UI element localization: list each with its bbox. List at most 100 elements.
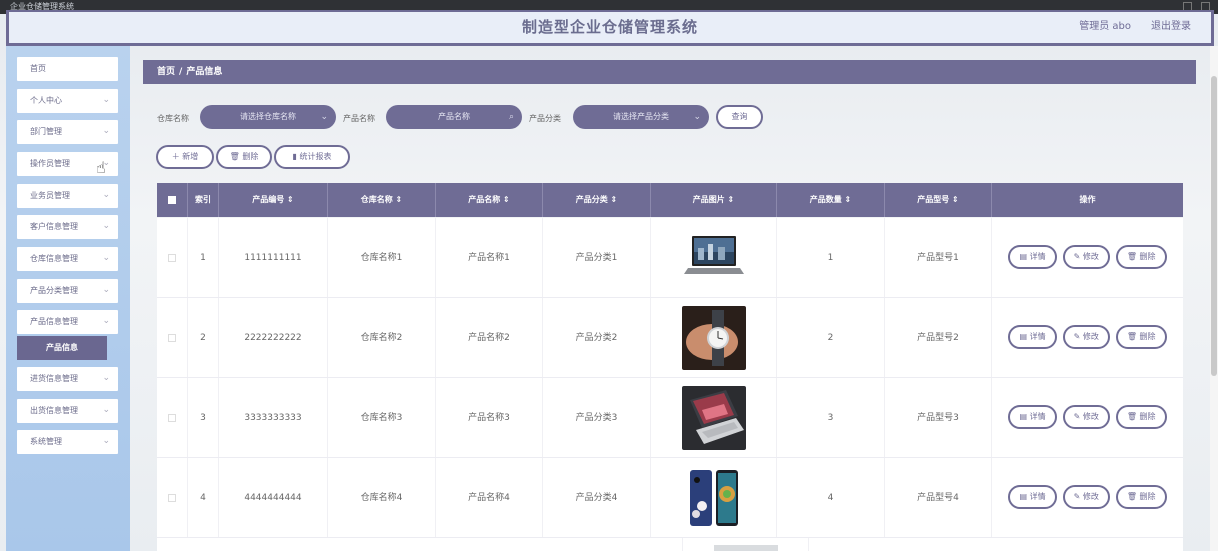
report-button[interactable]: ▮ 统计报表 — [274, 145, 350, 169]
sidebar-item-label: 系统管理 — [30, 437, 62, 446]
sidebar-item-salesman[interactable]: 业务员管理 ⌄ — [17, 184, 118, 208]
delete-label: 删除 — [1139, 252, 1156, 261]
chevron-down-icon: ⌄ — [102, 253, 110, 263]
header-select-all[interactable] — [157, 183, 188, 217]
chevron-down-icon: ⌄ — [102, 436, 110, 446]
warehouse-label: 仓库名称 — [157, 114, 189, 123]
sidebar-item-product-category[interactable]: 产品分类管理 ⌄ — [17, 279, 118, 303]
vertical-scrollbar[interactable] — [1210, 46, 1218, 551]
cell-code: 3333333333 — [219, 378, 328, 457]
category-select-placeholder: 请选择产品分类 — [613, 112, 669, 121]
cell-actions: ▤ 详情 ✎ 修改 🗑 删除 — [992, 378, 1183, 457]
cell-image — [683, 538, 809, 551]
cell-qty: 3 — [777, 378, 885, 457]
row-actions: ▤ 详情 ✎ 修改 🗑 删除 — [992, 378, 1183, 429]
delete-button[interactable]: 🗑 删除 — [1115, 485, 1167, 509]
detail-label: 详情 — [1029, 412, 1046, 421]
row-actions: ▤ 详情 ✎ 修改 🗑 删除 — [992, 218, 1183, 269]
sidebar-item-label: 产品分类管理 — [30, 286, 78, 295]
trash-icon: 🗑 — [229, 152, 243, 161]
notebook-image — [681, 385, 746, 450]
cell-qty: 4 — [777, 458, 885, 537]
sidebar-item-home[interactable]: 首页 — [17, 57, 118, 81]
sidebar-item-label: 仓库信息管理 — [30, 254, 78, 263]
sidebar-item-customer[interactable]: 客户信息管理 ⌄ — [17, 215, 118, 239]
category-select[interactable]: 请选择产品分类 ⌄ — [573, 105, 709, 129]
pencil-icon: ✎ — [1073, 412, 1083, 421]
product-table: 索引 产品编号 ⇕ 仓库名称 ⇕ 产品名称 ⇕ 产品分类 ⇕ 产品图片 ⇕ 产品… — [157, 183, 1183, 551]
edit-button[interactable]: ✎ 修改 — [1062, 485, 1110, 509]
edit-label: 修改 — [1082, 412, 1099, 421]
detail-button[interactable]: ▤ 详情 — [1008, 485, 1057, 509]
header-model[interactable]: 产品型号 ⇕ — [885, 183, 992, 217]
row-checkbox[interactable] — [168, 333, 176, 342]
edit-label: 修改 — [1082, 252, 1099, 261]
row-checkbox[interactable] — [168, 413, 176, 422]
row-checkbox[interactable] — [168, 253, 176, 262]
logout-link[interactable]: 退出登录 — [1151, 17, 1191, 32]
sidebar-item-department[interactable]: 部门管理 ⌄ — [17, 120, 118, 144]
cell-category: 产品分类2 — [543, 298, 651, 377]
add-button[interactable]: ＋ 新增 — [156, 145, 214, 169]
chevron-down-icon: ⌄ — [102, 316, 110, 326]
cell-model: 产品型号3 — [885, 378, 992, 457]
sidebar-item-label: 操作员管理 — [30, 159, 70, 168]
product-name-placeholder: 产品名称 — [438, 112, 470, 121]
row-checkbox[interactable] — [168, 493, 176, 502]
table-row: 4 4444444444 仓库名称4 产品名称4 产品分类4 4 产品型号4 ▤… — [157, 458, 1183, 538]
trash-icon: 🗑 — [1126, 412, 1140, 421]
row-partial — [157, 538, 683, 551]
warehouse-select[interactable]: 请选择仓库名称 ⌄ — [200, 105, 336, 129]
cell-model: 产品型号2 — [885, 298, 992, 377]
detail-label: 详情 — [1029, 332, 1046, 341]
cell-category: 产品分类4 — [543, 458, 651, 537]
header-category[interactable]: 产品分类 ⇕ — [543, 183, 651, 217]
chevron-down-icon: ⌄ — [102, 373, 110, 383]
row-actions: ▤ 详情 ✎ 修改 🗑 删除 — [992, 458, 1183, 509]
batch-delete-button[interactable]: 🗑 删除 — [216, 145, 272, 169]
sidebar-item-personal-center[interactable]: 个人中心 ⌄ — [17, 89, 118, 113]
header-qty[interactable]: 产品数量 ⇕ — [777, 183, 885, 217]
sidebar-item-shipment[interactable]: 出货信息管理 ⌄ — [17, 399, 118, 423]
breadcrumb: 首页 / 产品信息 — [143, 60, 1196, 84]
breadcrumb-home[interactable]: 首页 — [157, 67, 175, 77]
delete-button[interactable]: 🗑 删除 — [1115, 325, 1167, 349]
detail-button[interactable]: ▤ 详情 — [1008, 325, 1057, 349]
chevron-down-icon: ⌄ — [102, 95, 110, 105]
cell-index: 4 — [188, 458, 219, 537]
delete-button[interactable]: 🗑 删除 — [1115, 245, 1167, 269]
sidebar-item-purchase[interactable]: 进货信息管理 ⌄ — [17, 367, 118, 391]
table-row: 3 3333333333 仓库名称3 产品名称3 产品分类3 3 产品型号3 ▤… — [157, 378, 1183, 458]
cell-image — [651, 378, 777, 457]
chevron-down-icon: ⌄ — [102, 285, 110, 295]
edit-button[interactable]: ✎ 修改 — [1062, 405, 1110, 429]
edit-button[interactable]: ✎ 修改 — [1062, 245, 1110, 269]
header-image[interactable]: 产品图片 ⇕ — [651, 183, 777, 217]
search-icon: ⌕ — [508, 112, 514, 122]
detail-label: 详情 — [1029, 252, 1046, 261]
cell-warehouse: 仓库名称1 — [328, 218, 436, 297]
cell-warehouse: 仓库名称2 — [328, 298, 436, 377]
select-all-checkbox[interactable] — [168, 195, 176, 204]
header-name[interactable]: 产品名称 ⇕ — [436, 183, 543, 217]
sidebar-item-label: 进货信息管理 — [30, 374, 78, 383]
row-select-cell — [157, 218, 188, 297]
header-code[interactable]: 产品编号 ⇕ — [219, 183, 328, 217]
table-row: 1 1111111111 仓库名称1 产品名称1 产品分类1 1 产品型号1 ▤… — [157, 218, 1183, 298]
sidebar-item-product-info[interactable]: 产品信息管理 ⌄ — [17, 310, 118, 334]
sidebar-item-system[interactable]: 系统管理 ⌄ — [17, 430, 118, 454]
detail-button[interactable]: ▤ 详情 — [1008, 245, 1057, 269]
sidebar-item-warehouse[interactable]: 仓库信息管理 ⌄ — [17, 247, 118, 271]
sidebar-subitem-product-info[interactable]: 产品信息 — [17, 336, 107, 360]
query-button[interactable]: 查询 — [716, 105, 763, 129]
app-header: 制造型企业仓储管理系统 管理员 abo 退出登录 — [6, 10, 1214, 46]
delete-button[interactable]: 🗑 删除 — [1115, 405, 1167, 429]
detail-button[interactable]: ▤ 详情 — [1008, 405, 1057, 429]
product-name-input[interactable]: 产品名称 ⌕ — [386, 105, 522, 129]
cell-index: 1 — [188, 218, 219, 297]
chevron-down-icon: ⌄ — [320, 112, 328, 122]
row-select-cell — [157, 458, 188, 537]
edit-button[interactable]: ✎ 修改 — [1062, 325, 1110, 349]
scrollbar-thumb[interactable] — [1211, 76, 1217, 376]
header-warehouse[interactable]: 仓库名称 ⇕ — [328, 183, 436, 217]
